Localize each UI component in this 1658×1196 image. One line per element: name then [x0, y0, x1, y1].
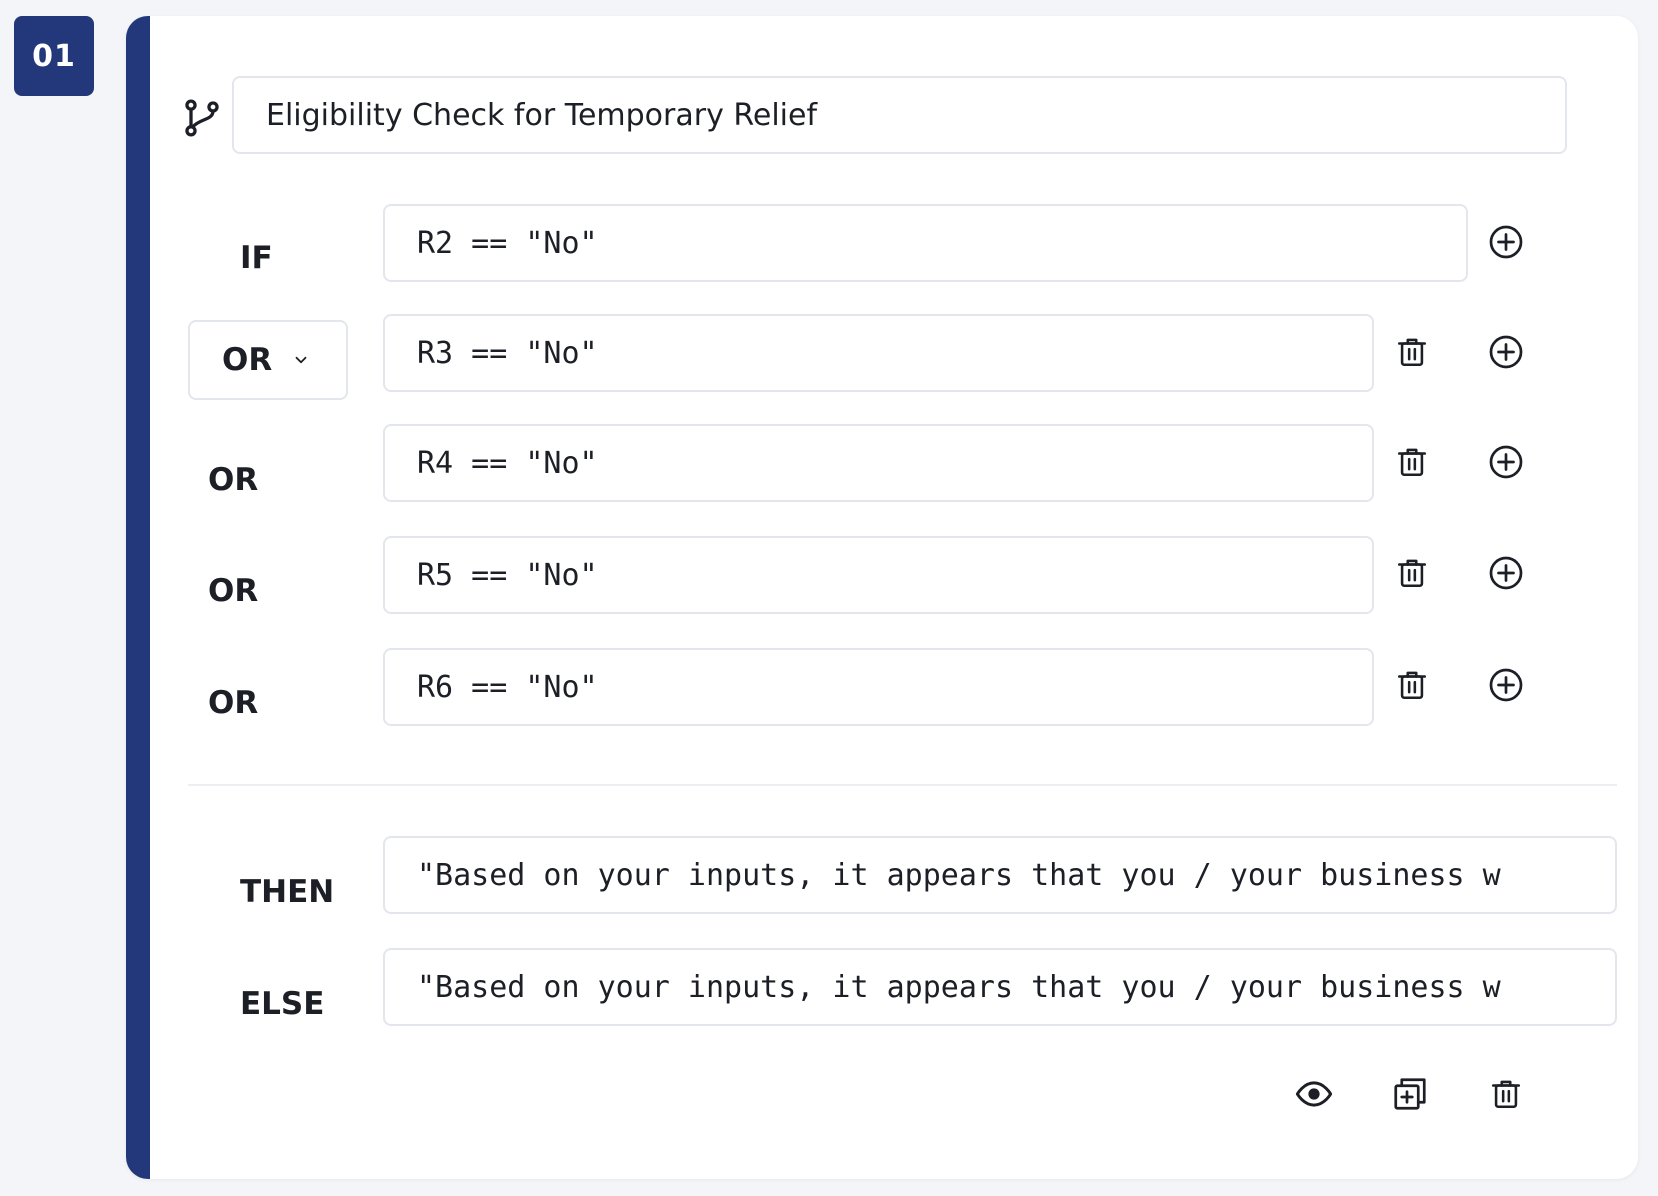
delete-condition-button[interactable]	[1390, 665, 1434, 709]
git-branch-icon	[180, 96, 224, 140]
trash-icon	[1395, 556, 1429, 595]
condition-expression: R2 == "No"	[417, 225, 598, 261]
delete-rule-button[interactable]	[1484, 1074, 1528, 1118]
condition-expression: R6 == "No"	[417, 669, 598, 705]
then-value: "Based on your inputs, it appears that y…	[417, 857, 1501, 893]
else-value: "Based on your inputs, it appears that y…	[417, 969, 1501, 1005]
condition-input-1[interactable]: R2 == "No"	[383, 204, 1468, 282]
else-label: ELSE	[240, 986, 325, 1022]
condition-expression: R4 == "No"	[417, 445, 598, 481]
trash-icon	[1489, 1077, 1523, 1116]
add-condition-button[interactable]	[1484, 332, 1528, 376]
plus-circle-icon	[1488, 224, 1524, 265]
rule-title-text: Eligibility Check for Temporary Relief	[266, 97, 818, 133]
condition-expression: R3 == "No"	[417, 335, 598, 371]
condition-input-3[interactable]: R4 == "No"	[383, 424, 1374, 502]
trash-icon	[1395, 335, 1429, 374]
add-condition-button[interactable]	[1484, 553, 1528, 597]
rule-card: Eligibility Check for Temporary Relief I…	[126, 16, 1638, 1179]
plus-circle-icon	[1488, 555, 1524, 596]
operator-select-value: OR	[222, 342, 273, 378]
trash-icon	[1395, 668, 1429, 707]
preview-button[interactable]	[1292, 1074, 1336, 1118]
trash-icon	[1395, 445, 1429, 484]
then-input[interactable]: "Based on your inputs, it appears that y…	[383, 836, 1617, 914]
delete-condition-button[interactable]	[1390, 442, 1434, 486]
if-label: IF	[240, 240, 273, 276]
else-input[interactable]: "Based on your inputs, it appears that y…	[383, 948, 1617, 1026]
eye-icon	[1295, 1075, 1333, 1118]
delete-condition-button[interactable]	[1390, 332, 1434, 376]
or-label: OR	[208, 685, 259, 721]
condition-input-4[interactable]: R5 == "No"	[383, 536, 1374, 614]
or-label: OR	[208, 462, 259, 498]
then-label: THEN	[240, 874, 335, 910]
add-condition-button[interactable]	[1484, 222, 1528, 266]
duplicate-icon	[1392, 1076, 1428, 1117]
plus-circle-icon	[1488, 667, 1524, 708]
section-divider	[188, 784, 1617, 786]
delete-condition-button[interactable]	[1390, 553, 1434, 597]
operator-select[interactable]: OR	[188, 320, 348, 400]
plus-circle-icon	[1488, 334, 1524, 375]
add-condition-button[interactable]	[1484, 442, 1528, 486]
duplicate-rule-button[interactable]	[1388, 1074, 1432, 1118]
rule-number-badge: 01	[14, 16, 94, 96]
or-label: OR	[208, 573, 259, 609]
chevron-down-icon	[292, 351, 310, 369]
plus-circle-icon	[1488, 444, 1524, 485]
condition-input-5[interactable]: R6 == "No"	[383, 648, 1374, 726]
rule-title-input[interactable]: Eligibility Check for Temporary Relief	[232, 76, 1567, 154]
add-condition-button[interactable]	[1484, 665, 1528, 709]
condition-input-2[interactable]: R3 == "No"	[383, 314, 1374, 392]
condition-expression: R5 == "No"	[417, 557, 598, 593]
